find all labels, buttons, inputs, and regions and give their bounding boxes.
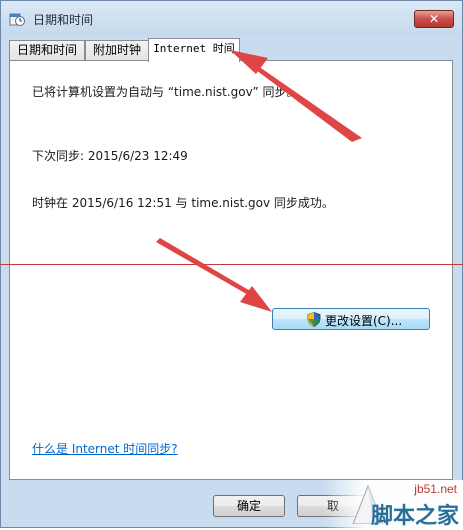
uac-shield-icon: [307, 312, 321, 327]
close-button[interactable]: ✕: [414, 10, 454, 28]
internet-time-panel: 已将计算机设置为自动与 “time.nist.gov” 同步。 下次同步: 20…: [9, 60, 453, 480]
ok-button[interactable]: 确定: [213, 495, 285, 517]
watermark: jb51.net 脚本之家: [323, 480, 463, 528]
clock-calendar-icon: [9, 11, 25, 27]
change-settings-button[interactable]: 更改设置(C)...: [272, 308, 430, 330]
close-icon: ✕: [429, 12, 439, 26]
watermark-name: 脚本之家: [371, 498, 459, 530]
tab-label: 日期和时间: [17, 43, 77, 57]
sync-configured-text: 已将计算机设置为自动与 “time.nist.gov” 同步。: [32, 83, 299, 100]
ok-label: 确定: [237, 499, 261, 513]
tab-additional-clocks[interactable]: 附加时钟: [85, 40, 149, 60]
tab-internet-time[interactable]: Internet 时间: [148, 38, 240, 62]
window-title: 日期和时间: [33, 11, 93, 28]
watermark-site: jb51.net: [414, 482, 457, 496]
tab-label: Internet 时间: [153, 42, 235, 55]
next-sync-text: 下次同步: 2015/6/23 12:49: [32, 147, 188, 164]
help-link-internet-time[interactable]: 什么是 Internet 时间同步?: [32, 440, 178, 457]
change-settings-label: 更改设置(C)...: [325, 312, 402, 329]
title-bar[interactable]: 日期和时间 ✕: [1, 1, 462, 35]
tab-label: 附加时钟: [93, 43, 141, 57]
annotation-line: [0, 264, 463, 265]
tab-date-time[interactable]: 日期和时间: [9, 40, 85, 60]
last-sync-text: 时钟在 2015/6/16 12:51 与 time.nist.gov 同步成功…: [32, 194, 334, 211]
